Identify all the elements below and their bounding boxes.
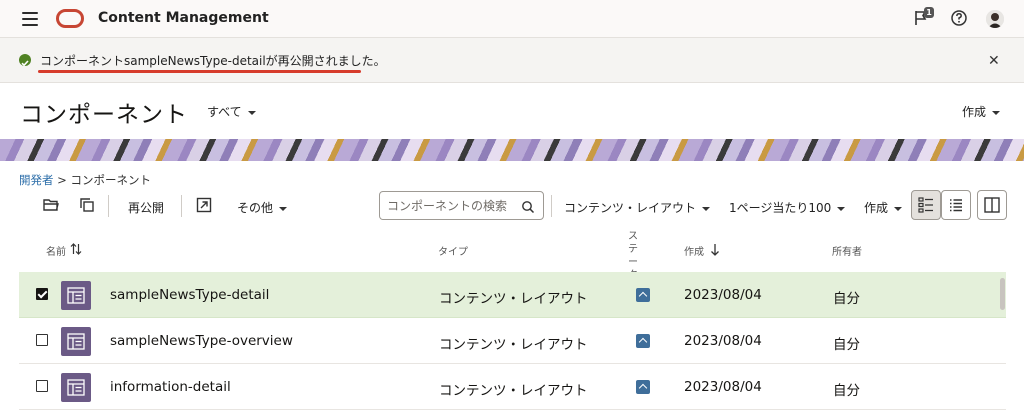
published-status-icon: [636, 380, 650, 394]
more-dropdown[interactable]: その他: [237, 199, 288, 216]
per-page-label: 1ページ当たり100: [729, 201, 832, 215]
chevron-down-icon: [247, 110, 256, 115]
component-thumbnail-icon: [61, 327, 91, 356]
success-banner: コンポーネントsampleNewsType-detailが再公開されました。 ✕: [0, 38, 1024, 83]
type-filter-dropdown[interactable]: コンテンツ・レイアウト: [564, 199, 711, 216]
row-checkbox[interactable]: [36, 380, 48, 392]
column-header-created[interactable]: 作成: [684, 243, 704, 258]
list-detail-icon: [912, 197, 940, 223]
help-icon[interactable]: [950, 9, 970, 29]
column-header-owner[interactable]: 所有者: [832, 243, 862, 258]
banner-message: コンポーネントsampleNewsType-detailが再公開されました。: [40, 54, 386, 68]
panel-icon: [978, 197, 1006, 223]
type-filter-label: コンテンツ・レイアウト: [564, 201, 697, 215]
toolbar-divider: [551, 195, 552, 217]
row-checkbox[interactable]: [36, 334, 48, 346]
filter-label: すべて: [207, 105, 242, 119]
toolbar-create-dropdown[interactable]: 作成: [864, 199, 903, 216]
grid-view-button[interactable]: [911, 190, 941, 220]
table-row[interactable]: sampleNewsType-overview コンテンツ・レイアウト 2023…: [19, 318, 1006, 364]
menu-icon[interactable]: [22, 12, 38, 26]
published-status-icon: [636, 288, 650, 302]
more-label: その他: [237, 201, 274, 215]
filter-dropdown[interactable]: すべて: [207, 103, 256, 120]
search-input[interactable]: [380, 192, 515, 219]
top-header: Content Management 1: [0, 0, 1024, 38]
owner: 自分: [833, 291, 860, 307]
app-title: Content Management: [98, 10, 269, 26]
search-box[interactable]: [379, 191, 544, 220]
component-type: コンテンツ・レイアウト: [439, 291, 588, 307]
toolbar-create-label: 作成: [864, 201, 889, 215]
avatar[interactable]: [986, 10, 1004, 28]
component-type: コンテンツ・レイアウト: [439, 383, 588, 399]
decorative-banner: [0, 139, 1024, 161]
toolbar-divider: [181, 195, 182, 217]
search-icon[interactable]: [521, 199, 535, 218]
table-row[interactable]: information-detail コンテンツ・レイアウト 2023/08/0…: [19, 364, 1006, 410]
arrow-down-icon[interactable]: [710, 242, 720, 261]
page-title: コンポーネント: [20, 102, 188, 128]
component-name[interactable]: information-detail: [110, 379, 231, 395]
owner: 自分: [833, 337, 860, 353]
created-date: 2023/08/04: [684, 287, 762, 303]
created-date: 2023/08/04: [684, 379, 762, 395]
column-header-type[interactable]: タイプ: [438, 243, 468, 258]
scrollbar[interactable]: [1000, 278, 1005, 310]
chevron-down-icon: [279, 206, 288, 211]
copy-icon[interactable]: [78, 196, 96, 214]
component-name[interactable]: sampleNewsType-overview: [110, 333, 293, 349]
chevron-down-icon: [837, 206, 846, 211]
toolbar-divider: [108, 195, 109, 217]
column-header-name[interactable]: 名前: [46, 243, 66, 258]
chevron-down-icon: [702, 206, 711, 211]
side-panel-button[interactable]: [977, 190, 1007, 220]
breadcrumb: 開発者 > コンポーネント: [19, 172, 151, 188]
chevron-down-icon: [992, 110, 1001, 115]
row-checkbox[interactable]: [36, 288, 48, 300]
created-date: 2023/08/04: [684, 333, 762, 349]
list-icon: [942, 199, 970, 223]
owner: 自分: [833, 383, 860, 399]
republish-button[interactable]: 再公開: [128, 199, 164, 216]
create-label: 作成: [962, 105, 987, 119]
per-page-dropdown[interactable]: 1ページ当たり100: [729, 199, 846, 216]
list-view-button[interactable]: [941, 190, 971, 220]
oracle-logo: [56, 9, 84, 28]
component-name[interactable]: sampleNewsType-detail: [110, 287, 269, 303]
chevron-down-icon: [894, 206, 903, 211]
breadcrumb-developer-link[interactable]: 開発者: [19, 173, 54, 187]
component-thumbnail-icon: [61, 281, 91, 310]
notification-badge: 1: [924, 7, 934, 18]
breadcrumb-separator: >: [57, 173, 67, 187]
open-in-new-icon[interactable]: [195, 196, 213, 214]
annotation-underline: [38, 70, 361, 73]
breadcrumb-current: コンポーネント: [70, 173, 151, 187]
create-dropdown[interactable]: 作成: [962, 103, 1001, 120]
component-thumbnail-icon: [61, 373, 91, 402]
table-row[interactable]: sampleNewsType-detail コンテンツ・レイアウト 2023/0…: [19, 272, 1006, 318]
close-icon[interactable]: ✕: [988, 53, 1000, 69]
component-type: コンテンツ・レイアウト: [439, 337, 588, 353]
open-folder-icon[interactable]: [42, 196, 60, 214]
published-status-icon: [636, 334, 650, 348]
sort-icon[interactable]: [70, 241, 82, 260]
success-check-icon: [19, 54, 31, 67]
